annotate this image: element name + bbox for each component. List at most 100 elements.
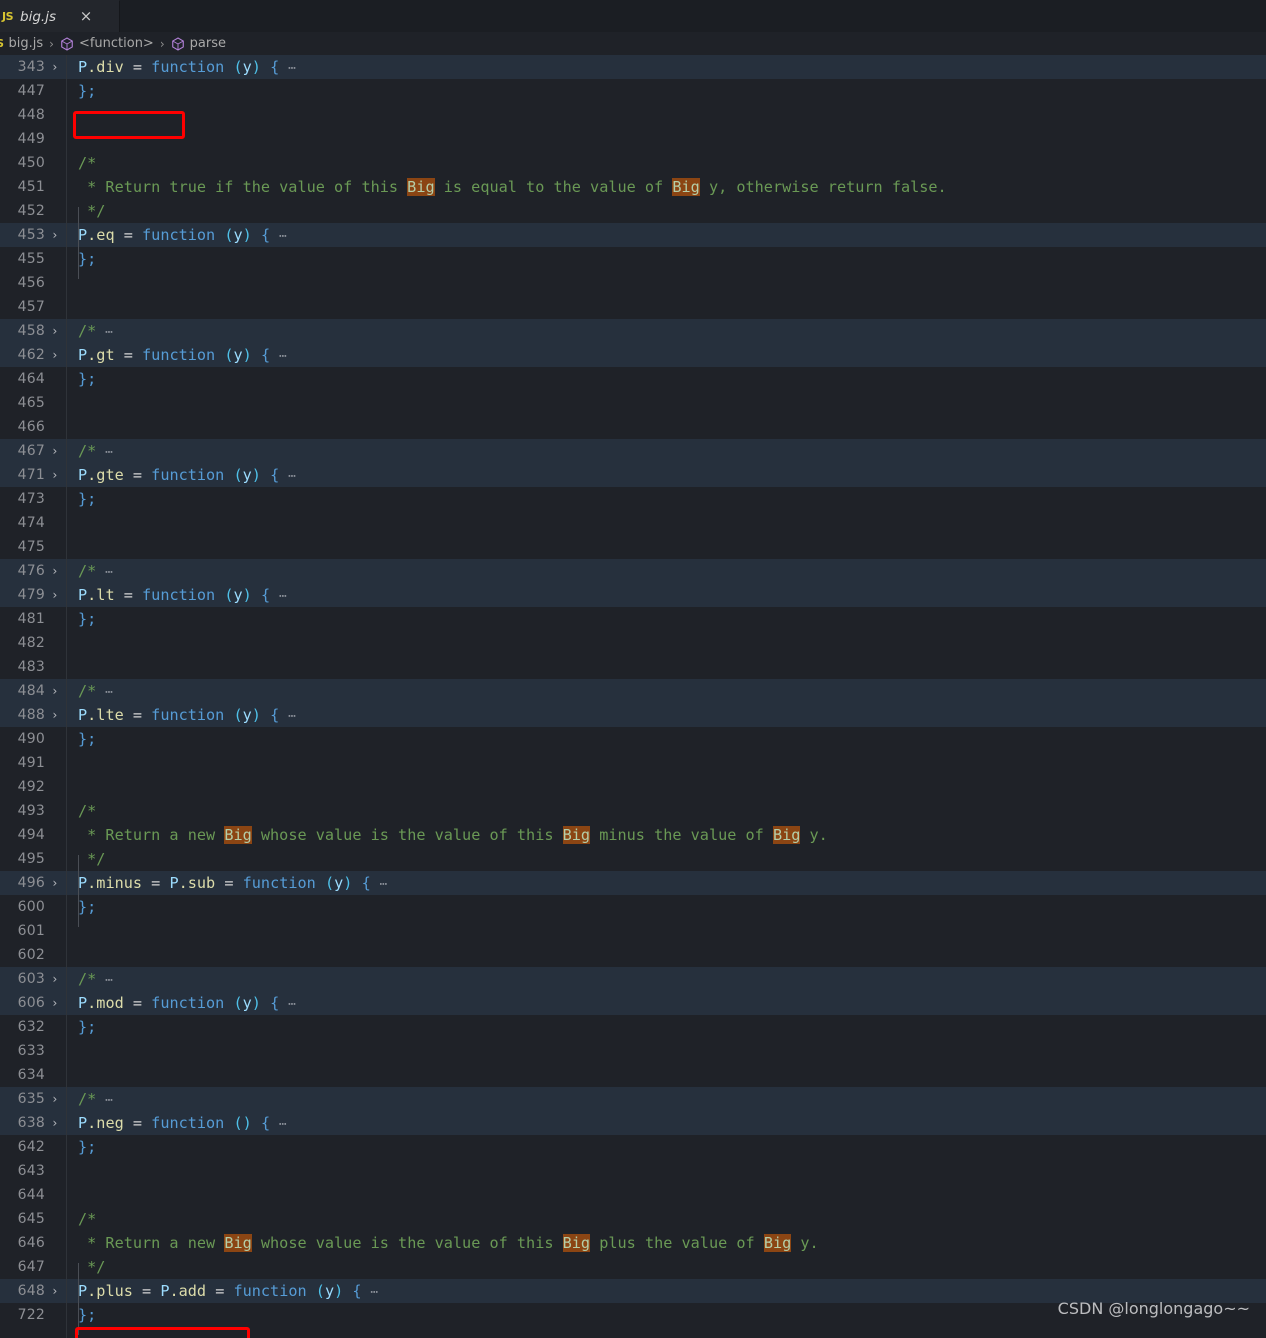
- chevron-right-icon[interactable]: ›: [48, 991, 62, 1015]
- code-line[interactable]: 449: [0, 127, 1266, 151]
- code-token: * Return a new: [78, 826, 225, 844]
- code-token: ⋯: [279, 61, 297, 76]
- code-line[interactable]: 494 * Return a new Big whose value is th…: [0, 823, 1266, 847]
- code-token: ⋯: [96, 445, 114, 460]
- code-text: */: [66, 199, 1266, 223]
- code-editor[interactable]: 343 › P.div = function (y) { ⋯ 447}; 448 449 4…: [0, 55, 1266, 1338]
- code-line[interactable]: 481};: [0, 607, 1266, 631]
- line-number: 606 ›: [0, 991, 66, 1015]
- code-line[interactable]: 475: [0, 535, 1266, 559]
- code-token: {: [260, 1114, 271, 1132]
- chevron-right-icon[interactable]: ›: [48, 871, 62, 895]
- breadcrumb-item-file[interactable]: big.js: [8, 36, 43, 51]
- code-token: .gt: [87, 346, 115, 364]
- chevron-right-icon[interactable]: ›: [48, 1111, 62, 1135]
- code-line[interactable]: 496 › P.minus = P.sub = function (y) { ⋯: [0, 871, 1266, 895]
- code-line[interactable]: 447};: [0, 79, 1266, 103]
- code-token: ): [251, 58, 261, 76]
- chevron-right-icon[interactable]: ›: [48, 967, 62, 991]
- code-line[interactable]: 343 › P.div = function (y) { ⋯: [0, 55, 1266, 79]
- code-text: };: [66, 79, 1266, 103]
- code-line[interactable]: 642};: [0, 1135, 1266, 1159]
- code-line[interactable]: 493 /*: [0, 799, 1266, 823]
- code-line[interactable]: 606 › P.mod = function (y) { ⋯: [0, 991, 1266, 1015]
- line-number: 456: [17, 275, 45, 291]
- close-icon[interactable]: ×: [77, 8, 95, 26]
- code-token: ): [251, 994, 261, 1012]
- code-token: y.: [800, 826, 828, 844]
- code-line[interactable]: 448: [0, 103, 1266, 127]
- tab-big-js[interactable]: JS big.js ×: [0, 0, 120, 32]
- code-line[interactable]: 492: [0, 775, 1266, 799]
- code-line[interactable]: 467 ›/* ⋯: [0, 439, 1266, 463]
- code-line[interactable]: 453 › P.eq = function (y) { ⋯: [0, 223, 1266, 247]
- code-line[interactable]: 602: [0, 943, 1266, 967]
- chevron-right-icon[interactable]: ›: [48, 703, 62, 727]
- code-line[interactable]: 483: [0, 655, 1266, 679]
- code-token: Big: [562, 1234, 591, 1252]
- chevron-right-icon[interactable]: ›: [48, 1279, 62, 1303]
- chevron-right-icon[interactable]: ›: [48, 319, 62, 343]
- code-token: y.: [791, 1234, 819, 1252]
- code-line[interactable]: 643: [0, 1159, 1266, 1183]
- code-token: whose value is the value of this: [251, 826, 563, 844]
- chevron-right-icon[interactable]: ›: [48, 1087, 62, 1111]
- code-line[interactable]: 645 /*: [0, 1207, 1266, 1231]
- code-token: * Return true if the value of this: [78, 178, 408, 196]
- code-line[interactable]: 476 ›/* ⋯: [0, 559, 1266, 583]
- chevron-right-icon[interactable]: ›: [48, 679, 62, 703]
- code-line[interactable]: 465: [0, 391, 1266, 415]
- code-line[interactable]: 638 › P.neg = function () { ⋯: [0, 1111, 1266, 1135]
- symbol-function-icon: [171, 36, 185, 51]
- code-line[interactable]: 488 › P.lte = function (y) { ⋯: [0, 703, 1266, 727]
- code-line[interactable]: 484 ›/* ⋯: [0, 679, 1266, 703]
- code-line[interactable]: 603 ›/* ⋯: [0, 967, 1266, 991]
- chevron-right-icon[interactable]: ›: [48, 583, 62, 607]
- code-token: plus the value of: [590, 1234, 764, 1252]
- code-line[interactable]: 474: [0, 511, 1266, 535]
- code-line[interactable]: 644: [0, 1183, 1266, 1207]
- code-line[interactable]: 464};: [0, 367, 1266, 391]
- code-line[interactable]: 491: [0, 751, 1266, 775]
- breadcrumb-item-parse[interactable]: parse: [171, 36, 226, 51]
- code-line[interactable]: 647 */: [0, 1255, 1266, 1279]
- code-line[interactable]: 456: [0, 271, 1266, 295]
- chevron-right-icon[interactable]: ›: [48, 223, 62, 247]
- code-line[interactable]: 632};: [0, 1015, 1266, 1039]
- code-line[interactable]: 634: [0, 1063, 1266, 1087]
- breadcrumb-item-function[interactable]: <function>: [60, 36, 154, 51]
- code-line[interactable]: 450 /*: [0, 151, 1266, 175]
- chevron-right-icon[interactable]: ›: [48, 55, 62, 79]
- code-token: =: [114, 226, 143, 244]
- code-line[interactable]: 466: [0, 415, 1266, 439]
- code-line[interactable]: 495 */: [0, 847, 1266, 871]
- code-line[interactable]: 635 ›/* ⋯: [0, 1087, 1266, 1111]
- code-line[interactable]: 471 › P.gte = function (y) { ⋯: [0, 463, 1266, 487]
- code-line[interactable]: 600};: [0, 895, 1266, 919]
- code-token: * Return a new: [78, 1234, 225, 1252]
- chevron-right-icon[interactable]: ›: [48, 343, 62, 367]
- chevron-right-icon[interactable]: ›: [48, 463, 62, 487]
- code-line[interactable]: 462 › P.gt = function (y) { ⋯: [0, 343, 1266, 367]
- chevron-right-icon[interactable]: ›: [48, 559, 62, 583]
- code-token: {: [270, 994, 280, 1012]
- code-line[interactable]: 455};: [0, 247, 1266, 271]
- code-line[interactable]: 479 › P.lt = function (y) { ⋯: [0, 583, 1266, 607]
- code-line[interactable]: 473};: [0, 487, 1266, 511]
- code-line[interactable]: 457: [0, 295, 1266, 319]
- code-line[interactable]: 646 * Return a new Big whose value is th…: [0, 1231, 1266, 1255]
- code-line[interactable]: 458 ›/* ⋯: [0, 319, 1266, 343]
- code-line[interactable]: 633: [0, 1039, 1266, 1063]
- code-token: ⋯: [96, 565, 114, 580]
- code-line[interactable]: 452 */: [0, 199, 1266, 223]
- code-line[interactable]: 601: [0, 919, 1266, 943]
- chevron-right-icon[interactable]: ›: [48, 439, 62, 463]
- code-line[interactable]: 482: [0, 631, 1266, 655]
- code-line[interactable]: 490};: [0, 727, 1266, 751]
- code-line[interactable]: 451 * Return true if the value of this B…: [0, 175, 1266, 199]
